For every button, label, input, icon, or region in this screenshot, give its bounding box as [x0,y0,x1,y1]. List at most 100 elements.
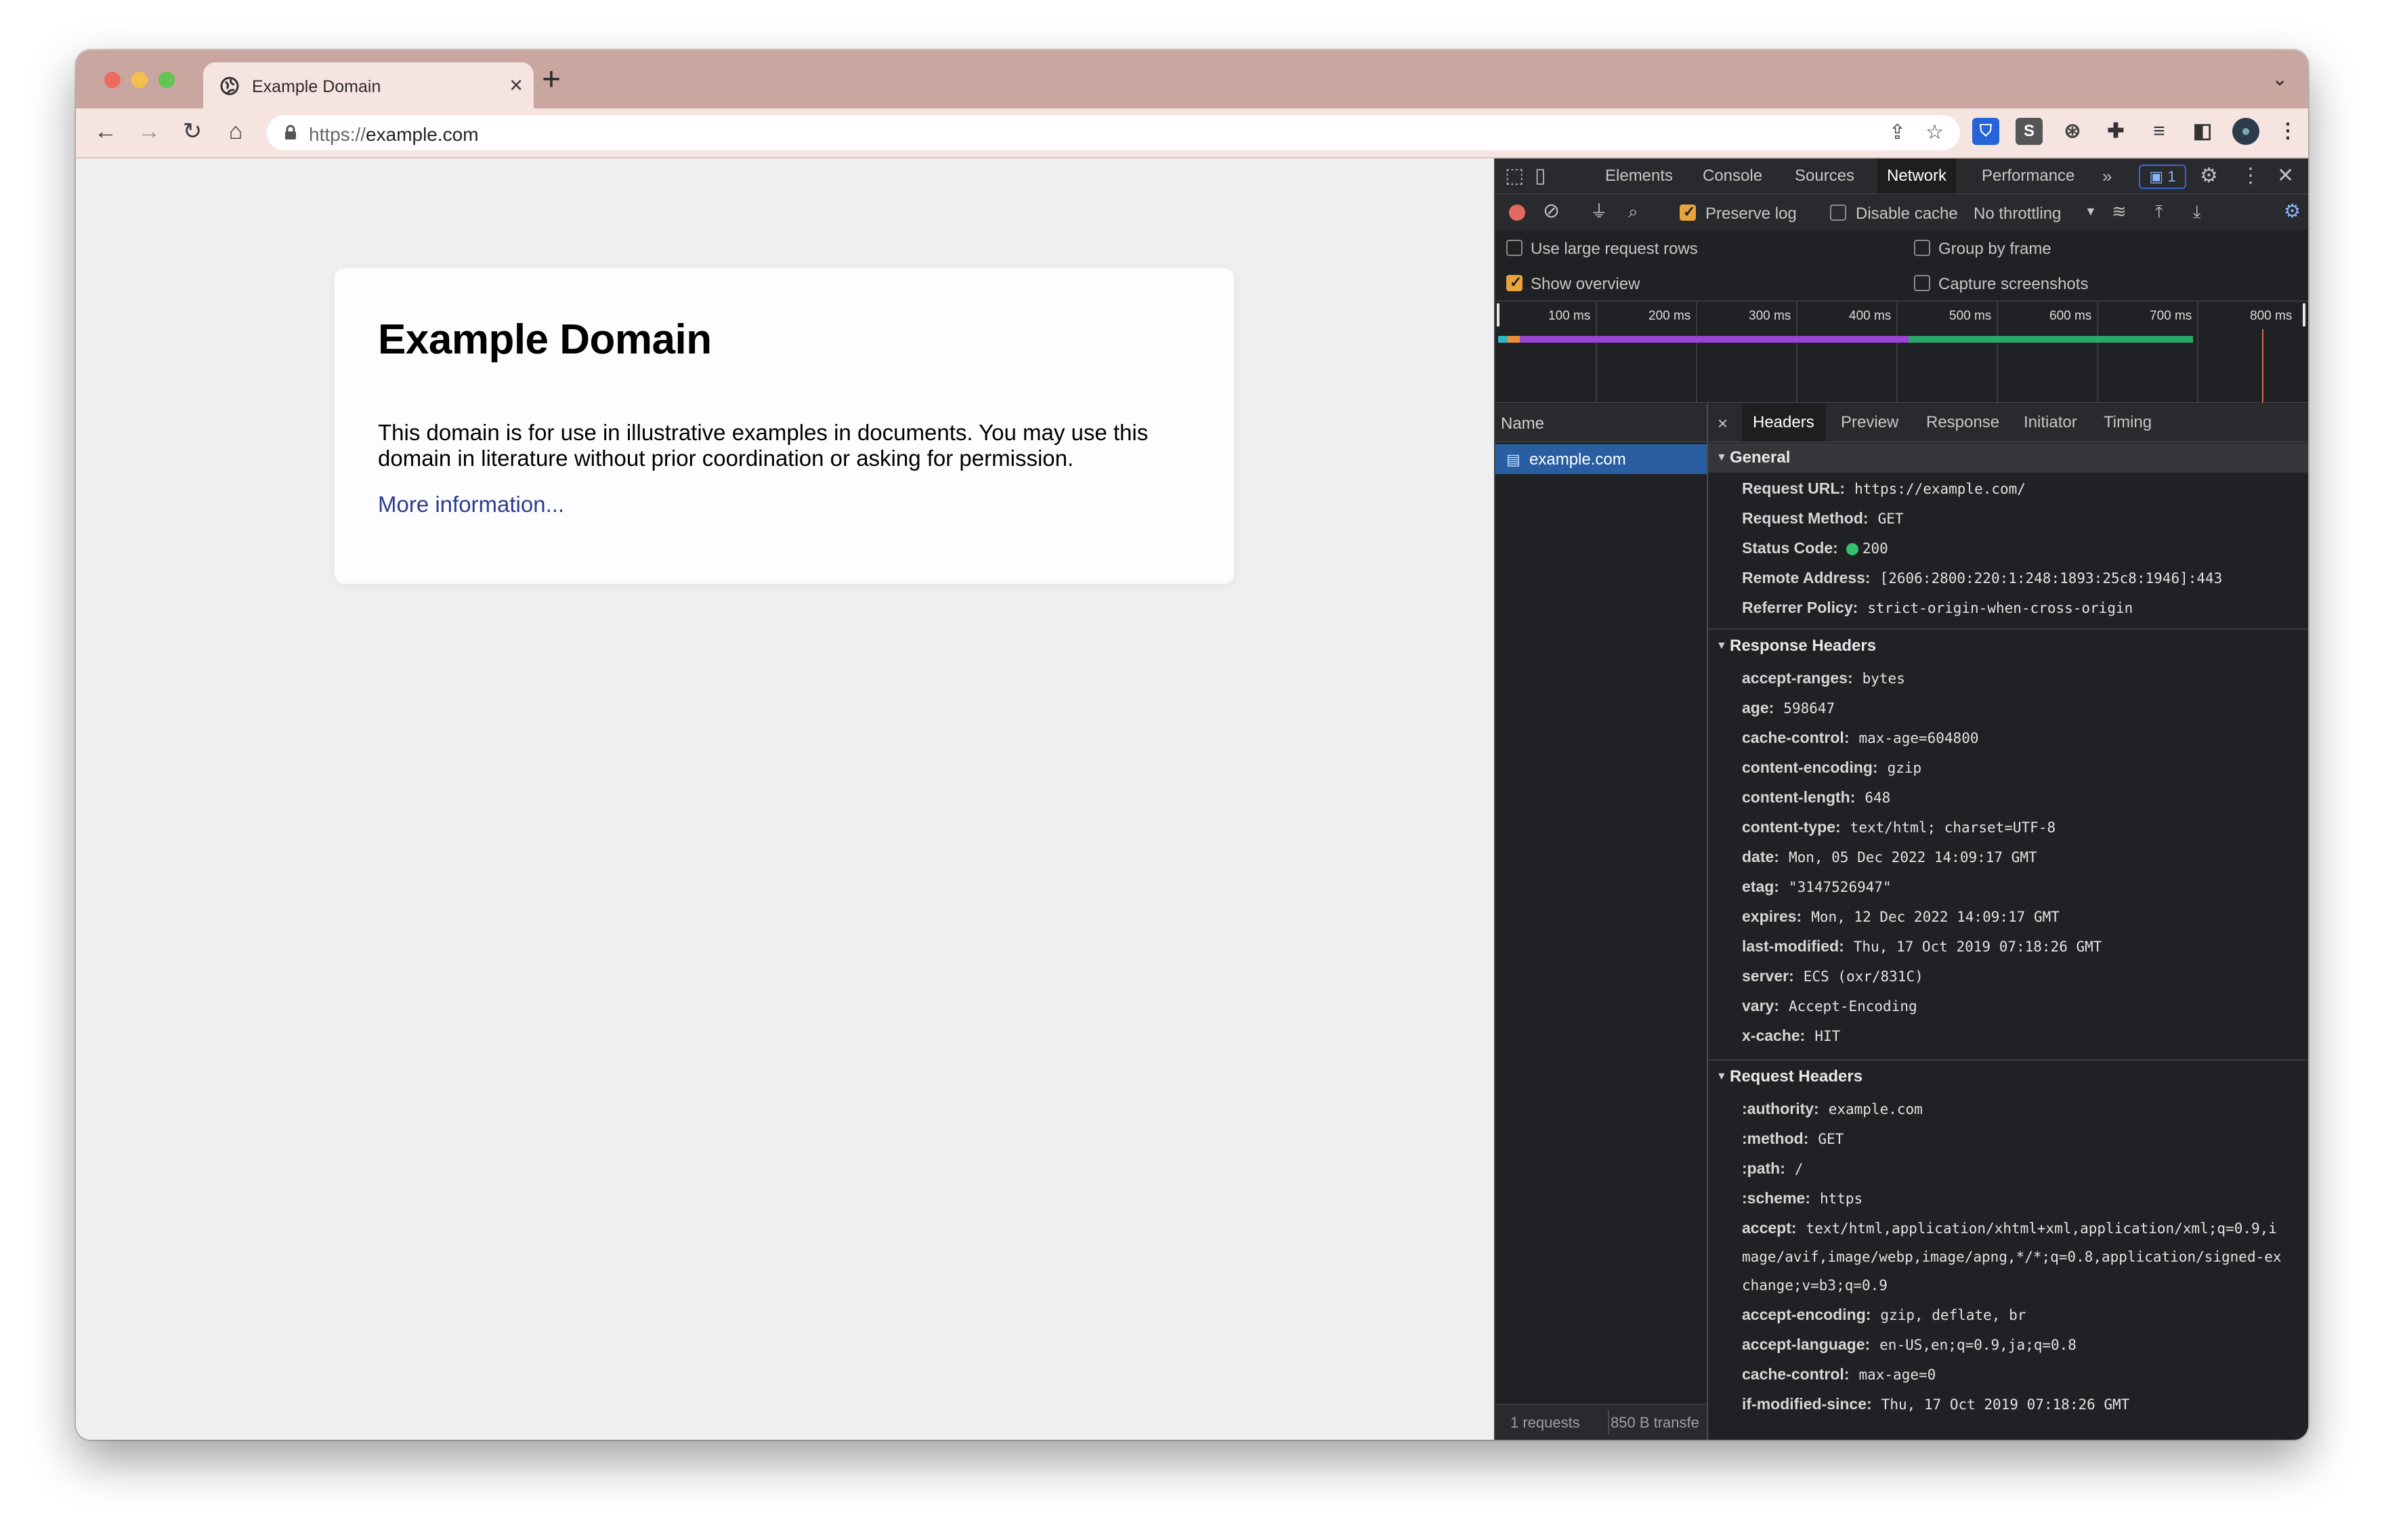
header-row: x-cache: HIT [1742,1027,1841,1044]
bitwarden-extension-icon[interactable]: ⛉ [1972,118,1999,145]
globe-icon [220,77,239,95]
import-har-icon[interactable]: ⤒ [2155,200,2163,222]
record-icon[interactable] [1509,205,1525,221]
chevron-down-icon[interactable]: ▼ [2085,205,2097,219]
header-row-continuation: mage/avif,image/webp,image/apng,*/*;q=0.… [1742,1249,2282,1265]
more-tabs-icon[interactable]: » [2102,165,2112,187]
grid-line [1696,302,1697,402]
overview-left-handle[interactable] [1497,303,1499,326]
back-arrow-icon[interactable]: ← [91,116,121,146]
load-event-marker [2262,329,2263,402]
chrome-extension-icon[interactable]: ⊛ [2059,118,2086,145]
network-overview-timeline[interactable]: 100 ms 200 ms 300 ms 400 ms 500 ms 600 m… [1495,302,2308,403]
tab-console[interactable]: Console [1703,167,1762,186]
response-headers-section-header[interactable]: ▼ Response Headers [1708,631,2308,661]
header-row: Request URL: https://example.com/ [1742,479,2026,497]
tick-label: 800 ms [2250,309,2293,323]
export-har-icon[interactable]: ⤓ [2193,200,2201,222]
media-controls-icon[interactable]: ≡ [2146,118,2173,145]
zoom-window-button[interactable] [158,72,175,88]
request-name: example.com [1529,450,1626,469]
tick-label: 500 ms [1949,309,1992,323]
bookmark-star-icon[interactable]: ☆ [1925,121,1944,144]
disable-cache-label: Disable cache [1856,205,1958,223]
close-devtools-icon[interactable]: ✕ [2277,165,2294,187]
tick-label: 100 ms [1548,309,1591,323]
capture-screenshots-checkbox[interactable] [1914,275,1930,291]
request-headers-section-header[interactable]: ▼ Request Headers [1708,1062,2308,1092]
search-icon[interactable]: ⌕ [1628,200,1638,222]
overview-right-handle[interactable] [2303,303,2305,326]
tab-network[interactable]: Network [1877,158,1957,194]
reload-icon[interactable]: ↻ [177,116,207,146]
header-row: :scheme: https [1742,1189,1863,1207]
side-panel-icon[interactable]: ◧ [2189,118,2216,145]
tab-headers[interactable]: Headers [1742,404,1825,442]
grid-line [2197,302,2198,402]
close-tab-icon[interactable]: × [509,72,523,99]
network-conditions-icon[interactable]: ≋ [2112,200,2127,222]
tab-sources[interactable]: Sources [1795,167,1854,186]
header-row: Remote Address: [2606:2800:220:1:248:1893… [1742,569,2223,586]
throttling-select[interactable]: No throttling [1974,205,2061,223]
forward-arrow-icon[interactable]: → [134,116,164,146]
close-window-button[interactable] [104,72,121,88]
header-row: :path: / [1742,1159,1804,1177]
clear-icon[interactable]: ⊘ [1543,200,1560,222]
tab-performance[interactable]: Performance [1982,167,2074,186]
preserve-log-checkbox[interactable] [1680,203,1696,221]
tab-response[interactable]: Response [1926,413,1999,432]
large-rows-label: Use large request rows [1531,240,1698,258]
timing-bar-dns [1498,336,1508,343]
disable-cache-checkbox[interactable] [1830,205,1846,221]
triangle-down-icon: ▼ [1716,640,1727,651]
large-rows-checkbox[interactable] [1506,240,1523,256]
header-row: accept-encoding: gzip, deflate, br [1742,1306,2026,1323]
header-row: cache-control: max-age=0 [1742,1365,1936,1383]
page-viewport: Example Domain This domain is for use in… [76,158,1494,1440]
browser-menu-icon[interactable]: ⋮ [2274,118,2301,145]
issues-badge[interactable]: ▣ 1 [2139,165,2186,189]
home-icon[interactable]: ⌂ [221,116,251,146]
general-section-header[interactable]: ▼ General [1708,443,2308,473]
close-details-icon[interactable]: × [1718,413,1728,434]
request-list-footer: 1 requests 850 B transfe [1495,1404,1707,1440]
share-icon[interactable]: ⇪ [1889,121,1906,144]
request-row[interactable]: ▤ example.com [1495,444,1707,474]
header-row: :method: GET [1742,1130,1844,1147]
network-options: Use large request rows Group by frame Sh… [1495,230,2308,301]
minimize-window-button[interactable] [131,72,148,88]
network-settings-gear-icon[interactable]: ⚙ [2284,200,2301,222]
browser-toolbar: ← → ↻ ⌂ https://example.com ⇪ ☆ ⛉ S ⊛ ✚ … [76,108,2308,158]
address-bar[interactable]: https://example.com ⇪ ☆ [267,115,1960,150]
new-tab-button[interactable]: + [542,64,561,96]
tab-timing[interactable]: Timing [2104,413,2152,432]
inspect-element-icon[interactable]: ⬚ [1505,165,1524,187]
section-divider [1708,628,2308,630]
s-extension-icon[interactable]: S [2016,118,2043,145]
header-row: if-modified-since: Thu, 17 Oct 2019 07:18… [1742,1395,2130,1413]
request-list: Name ▤ example.com 1 requests 850 B tran… [1495,404,1708,1440]
triangle-down-icon: ▼ [1716,1071,1727,1082]
name-column-header[interactable]: Name [1501,414,1544,433]
request-details: × Headers Preview Response Initiator Tim… [1708,404,2308,1440]
header-row: content-length: 648 [1742,788,1891,806]
show-overview-checkbox[interactable] [1506,274,1523,291]
tab-initiator[interactable]: Initiator [2024,413,2077,432]
more-information-link[interactable]: More information... [378,492,564,517]
group-by-frame-checkbox[interactable] [1914,240,1930,256]
request-list-header: Name [1495,404,1707,442]
settings-gear-icon[interactable]: ⚙ [2200,165,2218,187]
tab-preview[interactable]: Preview [1841,413,1898,432]
timing-bar-waiting [1909,336,2193,343]
device-toolbar-icon[interactable]: ▯ [1535,165,1546,187]
tab-search-icon[interactable]: ⌄ [2272,68,2288,90]
footer-divider [1608,1410,1609,1434]
profile-avatar[interactable]: ● [2232,118,2259,145]
tab-elements[interactable]: Elements [1605,167,1673,186]
lock-icon[interactable] [282,124,299,142]
browser-tab[interactable]: Example Domain × [203,62,534,108]
puzzle-extensions-icon[interactable]: ✚ [2102,118,2129,145]
devtools-menu-icon[interactable]: ⋮ [2240,165,2261,187]
filter-icon[interactable]: ⏚ [1590,200,1608,222]
